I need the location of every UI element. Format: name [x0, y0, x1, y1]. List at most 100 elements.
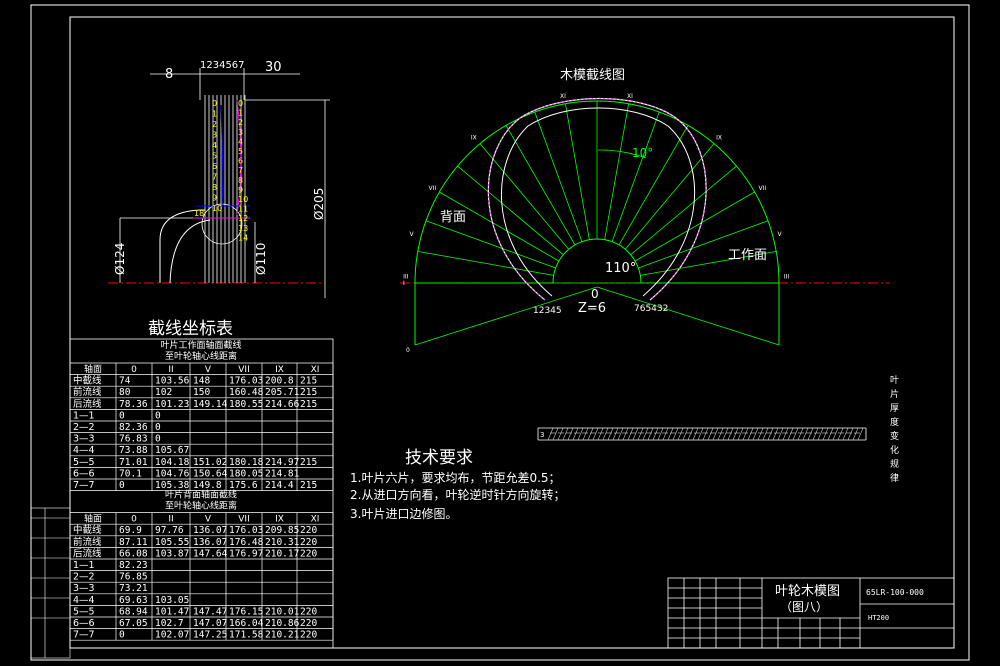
table-cell: 后流线	[73, 398, 102, 410]
mark-18: 18	[194, 209, 204, 218]
table-cell: 0	[119, 630, 125, 641]
thickness-label-char: 厚	[890, 403, 899, 414]
thickness-mark: 3	[540, 431, 544, 439]
profile-left-num: 4	[212, 141, 217, 150]
table-cell: 149.14	[193, 399, 228, 410]
profile-left-num: 2	[212, 120, 217, 129]
thickness-label-char: 规	[890, 459, 899, 470]
req-title: 技术要求	[405, 448, 473, 468]
pattern-section-view: 10° 110° 0 Z=6 12345 765432 木模截线图 背面 工作面…	[400, 68, 890, 354]
dim-30: 30	[265, 60, 282, 75]
table-cell: 76.85	[119, 572, 148, 583]
table-cell: 71.01	[119, 457, 148, 468]
table-cell: 2—2	[73, 572, 95, 583]
table-cell: 160.48	[229, 387, 264, 398]
thickness-label-char: 度	[890, 416, 899, 428]
profile-right-num: 9	[238, 185, 243, 194]
drawing-canvas: { "profile": { "dims": ["8", "1234567", …	[0, 0, 1000, 666]
blade-count: Z=6	[578, 301, 606, 316]
table-section-header: 至叶轮轴心线距离	[165, 350, 237, 362]
section-ray	[439, 191, 560, 262]
table-cell: 175.6	[229, 480, 258, 491]
thickness-strip: 3 叶片厚度变化规律	[537, 375, 899, 484]
table-col-header: 0	[131, 365, 137, 375]
profile-right-num: 4	[238, 137, 243, 146]
table-cell: 136.07	[193, 525, 227, 536]
table-cell: 67.05	[119, 618, 148, 629]
profile-right-num: 3	[238, 128, 243, 137]
req-item-2: 2.从进口方向看，叶轮逆时针方向旋转；	[350, 487, 565, 502]
section-ray	[425, 220, 556, 269]
profile-left-num: 9	[212, 194, 217, 203]
work-face-label: 工作面	[728, 248, 767, 263]
table-cell: 214.81	[265, 468, 300, 479]
table-cell: 180.55	[229, 399, 263, 410]
table-cell: 1—1	[73, 410, 95, 421]
tech-requirements: 技术要求 1.叶片六片，要求均布，节距允差0.5； 2.从进口方向看，叶轮逆时针…	[350, 448, 565, 521]
table-col-header: VII	[238, 365, 249, 375]
ray-label-right: V	[778, 231, 783, 238]
table-cell: 215	[300, 399, 317, 410]
table-cell: 中截线	[73, 375, 102, 387]
table-title: 截线坐标表	[148, 319, 233, 339]
table-cell: 6—6	[73, 468, 95, 479]
drawing-sub: （图八）	[780, 600, 828, 614]
table-cell: 68.94	[119, 606, 148, 617]
table-cell: 2—2	[73, 422, 95, 433]
table-cell: 102.07	[155, 630, 189, 641]
table-cell: 5—5	[73, 606, 95, 617]
table-cell: 214.66	[265, 399, 300, 410]
ray-label-left: 0	[406, 347, 410, 354]
table-cell: 209.85	[265, 525, 299, 536]
table-cell: 76.83	[119, 434, 148, 445]
table-cell: 6—6	[73, 618, 95, 629]
table-cell: 73.21	[119, 583, 148, 594]
table-col-header: IX	[275, 515, 284, 525]
table-cell: 176.15	[229, 606, 263, 617]
drawing-name: 叶轮木模图	[775, 584, 840, 599]
pattern-title: 木模截线图	[560, 68, 625, 83]
table-cell: 70.1	[119, 468, 142, 479]
section-ray	[534, 111, 583, 242]
table-section-header: 至叶轮轴心线距离	[165, 500, 237, 512]
meridional-profile: 8 1234567 30 Ø124 Ø110 Ø205 18 012345678…	[108, 60, 330, 298]
coordinate-table: 截线坐标表 叶片工作面轴面截线至叶轮轴心线距离轴面 0 II V VII IX XI中截线 7…	[69, 319, 334, 649]
table-cell: 后流线	[73, 547, 102, 559]
table-cell: 150.64	[193, 468, 228, 479]
profile-right-num: 7	[238, 166, 243, 175]
table-cell: 215	[300, 480, 317, 491]
ray-label-right: VII	[759, 185, 767, 192]
profile-right-num: 13	[238, 224, 248, 233]
table-cell: 101.47	[155, 606, 189, 617]
section-ray	[417, 251, 554, 276]
thickness-label-char: 叶	[890, 375, 899, 386]
table-cell: 147.64	[193, 548, 228, 559]
table-cell: 0	[155, 434, 161, 445]
table-cell: 103.87	[155, 548, 189, 559]
thickness-label-char: 律	[890, 472, 899, 484]
table-cell: 220	[300, 548, 317, 559]
table-cell: 214.4	[265, 480, 294, 491]
table-cell: 104.18	[155, 457, 190, 468]
table-cell: 69.9	[119, 525, 142, 536]
table-cell: 200.8	[265, 376, 294, 387]
table-col-header: 0	[131, 515, 137, 525]
table-cell: 0	[119, 480, 125, 491]
table-cell: 73.88	[119, 445, 148, 456]
table-cell: 171.58	[229, 630, 264, 641]
table-col-header: II	[168, 515, 173, 525]
table-cell: 220	[300, 537, 317, 548]
cad-drawing: 8 1234567 30 Ø124 Ø110 Ø205 18 012345678…	[30, 4, 970, 661]
table-cell: 220	[300, 606, 317, 617]
drawing-code: 65LR-100-000	[866, 588, 924, 597]
table-cell: 176.03	[229, 376, 263, 387]
profile-right-num: 14	[238, 233, 248, 242]
thickness-label-char: 片	[890, 388, 899, 400]
table-cell: 176.97	[229, 548, 263, 559]
table-cell: 5—5	[73, 457, 95, 468]
table-col-header: V	[205, 515, 212, 525]
dim-8: 8	[165, 67, 173, 82]
req-item-3: 3.叶片进口边修图。	[350, 506, 457, 521]
ray-label-right: XI	[627, 93, 633, 100]
section-ray	[604, 103, 629, 240]
